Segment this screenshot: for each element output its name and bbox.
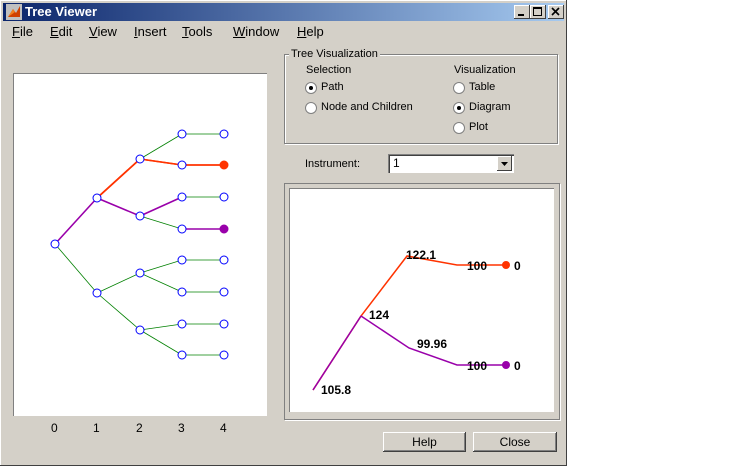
radio-table-label: Table (469, 81, 496, 93)
tree-branch (139, 215, 183, 230)
instrument-value: 1 (393, 156, 400, 170)
radio-table[interactable] (453, 82, 465, 94)
tree-branch (139, 329, 183, 356)
menu-insert[interactable]: Insert (134, 24, 167, 39)
close-button[interactable]: Close (473, 432, 557, 452)
tree-node[interactable] (135, 268, 145, 278)
menu-view[interactable]: View (89, 24, 117, 39)
tree-node[interactable] (177, 287, 187, 297)
tree-node[interactable] (92, 288, 102, 298)
maximize-icon (533, 7, 542, 16)
help-button[interactable]: Help (383, 432, 466, 452)
lower-end-node (502, 361, 510, 369)
window-title: Tree Viewer (25, 4, 98, 19)
matlab-app-icon (6, 4, 22, 20)
tree-branch (139, 196, 183, 217)
x-tick-4: 4 (220, 421, 227, 435)
tree-node[interactable] (177, 129, 187, 139)
visualization-label: Visualization (454, 64, 516, 76)
selection-label: Selection (306, 64, 352, 76)
tree-node[interactable] (177, 350, 187, 360)
tree-node[interactable] (177, 224, 187, 234)
label-mid: 124 (369, 308, 389, 322)
tree-node[interactable] (219, 319, 229, 329)
tree-branch (139, 259, 183, 274)
root-segment-line (312, 315, 362, 391)
x-tick-2: 2 (136, 421, 143, 435)
tree-node[interactable] (135, 211, 145, 221)
tree-branch-red (96, 158, 141, 199)
chevron-down-icon (501, 162, 508, 166)
radio-node-and-children[interactable] (305, 102, 317, 114)
tree-node[interactable] (135, 325, 145, 335)
upper-end-node (502, 261, 510, 269)
tree-branch (139, 323, 183, 331)
tree-branch (96, 197, 141, 217)
tree-node[interactable] (219, 287, 229, 297)
close-window-button[interactable] (548, 5, 564, 19)
radio-plot-label: Plot (469, 121, 488, 133)
tree-node[interactable] (177, 192, 187, 202)
diagram-panel: 105.8 124 122.1 99.96 100 100 0 0 (289, 188, 554, 412)
radio-node-and-children-label: Node and Children (321, 101, 413, 113)
tree-node[interactable] (177, 255, 187, 265)
tree-node[interactable] (177, 160, 187, 170)
tree-branch (139, 133, 183, 160)
menu-file-label: ile (19, 24, 33, 39)
label-upper-end: 100 (467, 259, 487, 273)
menu-tools[interactable]: Tools (182, 24, 212, 39)
tree-node[interactable] (177, 319, 187, 329)
label-lower-final: 0 (514, 359, 521, 373)
close-icon (551, 7, 560, 16)
menu-window[interactable]: Window (233, 24, 279, 39)
tree-branch-red (139, 158, 183, 166)
tree-branch (96, 292, 141, 331)
label-lower-mid: 99.96 (417, 337, 447, 351)
maximize-button[interactable] (530, 5, 546, 19)
label-root: 105.8 (321, 383, 351, 397)
radio-diagram-label: Diagram (469, 101, 511, 113)
radio-diagram[interactable] (453, 102, 465, 114)
tree-plot (50, 129, 229, 360)
x-tick-1: 1 (93, 421, 100, 435)
group-title: Tree Visualization (289, 48, 380, 60)
instrument-select[interactable]: 1 (388, 154, 514, 173)
tree-node[interactable] (219, 129, 229, 139)
tree-node[interactable] (92, 193, 102, 203)
x-tick-0: 0 (51, 421, 58, 435)
tree-node[interactable] (219, 192, 229, 202)
label-upper-mid: 122.1 (406, 248, 436, 262)
radio-path-label: Path (321, 81, 344, 93)
instrument-dropdown-button[interactable] (497, 156, 512, 171)
tree-branch (54, 197, 98, 245)
tree-node[interactable] (50, 239, 60, 249)
tree-node[interactable] (135, 154, 145, 164)
tree-viewer-window: Tree Viewer File Edit View Insert Tools … (0, 0, 567, 466)
tree-branch (96, 272, 141, 294)
x-tick-3: 3 (178, 421, 185, 435)
menu-bar: File Edit View Insert Tools Window Help (3, 22, 564, 42)
tree-node[interactable] (219, 160, 229, 170)
tree-branch (54, 243, 98, 294)
tree-node[interactable] (219, 255, 229, 265)
minimize-icon (518, 14, 524, 16)
tree-branch (139, 272, 183, 293)
instrument-label: Instrument: (305, 158, 361, 170)
tree-node[interactable] (219, 350, 229, 360)
menu-help[interactable]: Help (297, 24, 324, 39)
title-bar: Tree Viewer (3, 3, 564, 21)
menu-edit[interactable]: Edit (50, 24, 72, 39)
label-lower-end: 100 (467, 359, 487, 373)
tree-plot-axes[interactable] (13, 73, 267, 416)
menu-file[interactable]: File (12, 24, 33, 39)
radio-plot[interactable] (453, 122, 465, 134)
radio-path[interactable] (305, 82, 317, 94)
path-diagram: 105.8 124 122.1 99.96 100 100 0 0 (312, 248, 521, 397)
label-upper-final: 0 (514, 259, 521, 273)
tree-node[interactable] (219, 224, 229, 234)
minimize-button[interactable] (514, 5, 530, 19)
